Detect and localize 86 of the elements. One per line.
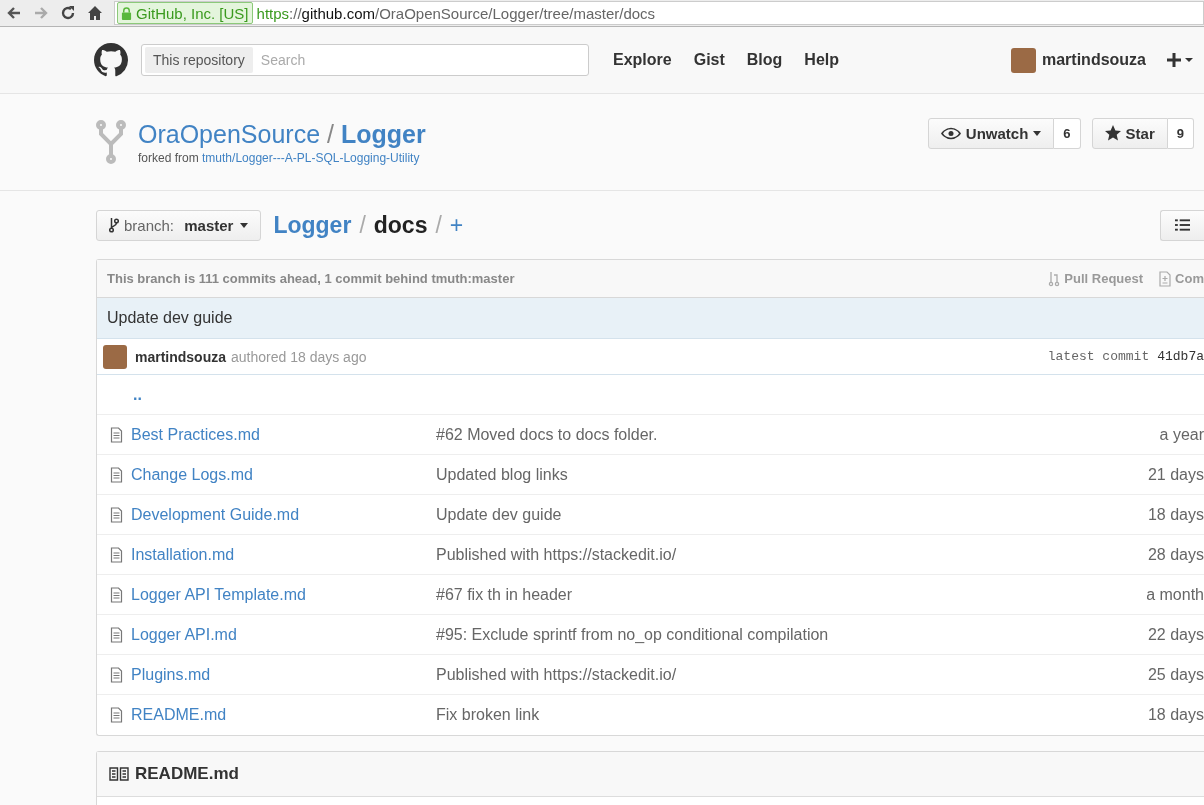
forked-label: forked from (138, 150, 199, 165)
file-icon (110, 426, 123, 443)
commit-message-link[interactable]: Published with https://stackedit.io/ (436, 665, 1148, 684)
file-icon (110, 666, 123, 683)
fork-icon (96, 120, 126, 164)
unwatch-button[interactable]: Unwatch (927, 117, 1055, 149)
file-age: a month (1146, 585, 1204, 604)
file-icon (110, 466, 123, 483)
caret-icon (240, 222, 249, 228)
list-view-button[interactable] (1160, 209, 1204, 241)
file-link[interactable]: Plugins.md (131, 665, 436, 684)
branch-icon (109, 217, 119, 233)
file-link[interactable]: Logger API Template.md (131, 585, 436, 604)
url-text: https://github.com/OraOpenSource/Logger/tree/master/docs (256, 4, 656, 22)
watchers-count[interactable]: 6 (1054, 117, 1081, 149)
eye-icon (940, 126, 961, 140)
book-icon (109, 767, 129, 781)
file-link[interactable]: Best Practices.md (131, 425, 436, 444)
back-icon[interactable] (6, 5, 22, 21)
avatar[interactable] (1011, 47, 1036, 73)
file-age: 21 days (1147, 465, 1204, 484)
certificate-label: GitHub, Inc. [US] (136, 4, 249, 22)
avatar (103, 344, 127, 369)
branch-status-text: This branch is 111 commits ahead, 1 commit behind tmuth:master (107, 271, 515, 286)
list-icon (1175, 219, 1190, 231)
file-age: 18 days (1147, 505, 1204, 524)
file-icon (110, 586, 123, 603)
caret-icon (1033, 130, 1042, 136)
parent-directory-link[interactable]: .. (133, 385, 142, 404)
file-icon (110, 546, 123, 563)
branch-selector[interactable]: branch: master (96, 209, 262, 241)
path-separator: / (359, 211, 366, 239)
fork-source-link[interactable]: tmuth/Logger---A-PL-SQL-Logging-Utility (202, 150, 420, 165)
address-bar[interactable]: GitHub, Inc. [US] https://github.com/OraOpenSource/Logger/tree/master/docs (114, 1, 1204, 25)
commit-message-link[interactable]: #62 Moved docs to docs folder. (436, 425, 1160, 444)
search-field[interactable]: Search (252, 51, 585, 69)
username-link[interactable]: martindsouza (1042, 51, 1146, 69)
nav-link[interactable]: Help (804, 51, 840, 69)
repo-name-link[interactable]: Logger (341, 119, 426, 149)
current-folder: docs (373, 211, 428, 239)
path-separator: / (435, 211, 442, 239)
file-age: a year (1159, 425, 1204, 444)
file-icon (110, 707, 123, 723)
pull-request-icon (1048, 270, 1061, 287)
commit-message-link[interactable]: #95: Exclude sprintf from no_op conditional compilation (436, 625, 1148, 644)
commit-message-link[interactable]: Update dev guide (436, 505, 1148, 524)
commit-message-link[interactable]: Updated blog links (436, 465, 1148, 484)
search-bar[interactable]: This repository Search (141, 44, 589, 76)
plus-dropdown-icon[interactable] (1166, 52, 1194, 68)
latest-commit-label: latest commit (1047, 349, 1150, 364)
stars-count[interactable]: 9 (1167, 117, 1194, 149)
file-link[interactable]: Logger API.md (131, 625, 436, 644)
file-age: 28 days (1147, 545, 1204, 564)
file-age: 22 days (1147, 625, 1204, 644)
commit-sha-link[interactable]: 41db7a (1157, 349, 1204, 364)
breadcrumb-link[interactable]: Logger (273, 211, 352, 239)
nav-link[interactable]: Gist (693, 51, 725, 69)
commit-time: authored 18 days ago (231, 348, 367, 365)
search-scope: This repository (145, 47, 253, 73)
commit-author-link[interactable]: martindsouza (135, 348, 226, 365)
repo-owner-link[interactable]: OraOpenSource (138, 119, 321, 149)
commit-message: Update dev guide (97, 298, 1204, 339)
nav-link[interactable]: Blog (746, 51, 783, 69)
file-link[interactable]: Development Guide.md (131, 505, 436, 524)
commit-message-link[interactable]: #67 fix th in header (436, 585, 1147, 604)
file-icon (110, 506, 123, 523)
commit-message-link[interactable]: Published with https://stackedit.io/ (436, 545, 1148, 564)
octocat-logo[interactable] (94, 43, 128, 77)
path-separator: / (327, 119, 334, 149)
nav-link[interactable]: Explore (613, 51, 672, 69)
file-link[interactable]: README.md (131, 706, 436, 724)
file-icon (110, 626, 123, 643)
file-link[interactable]: Change Logs.md (131, 465, 436, 484)
document-icon (1159, 270, 1172, 287)
lock-icon (121, 6, 132, 20)
file-age: 18 days (1147, 706, 1204, 724)
reload-icon[interactable] (60, 5, 76, 21)
new-file-link[interactable]: + (449, 211, 464, 239)
star-icon (1104, 125, 1121, 141)
file-age: 25 days (1147, 665, 1204, 684)
file-link[interactable]: Installation.md (131, 545, 436, 564)
commit-message-link[interactable]: Fix broken link (436, 706, 1148, 724)
readme-title: README.md (135, 764, 239, 784)
star-button[interactable]: Star (1091, 117, 1168, 149)
home-icon[interactable] (87, 5, 103, 21)
security-badge[interactable]: GitHub, Inc. [US] (117, 2, 253, 24)
